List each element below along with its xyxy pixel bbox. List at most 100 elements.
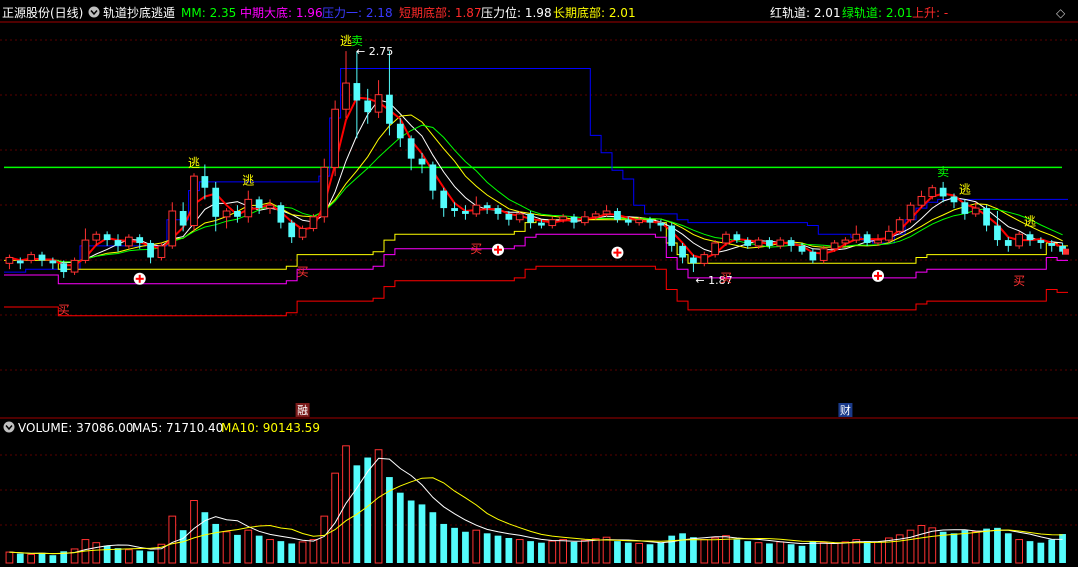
candle-body <box>396 123 404 139</box>
volume-bar <box>494 535 502 563</box>
candle-body <box>733 234 741 241</box>
candle-body <box>244 198 253 218</box>
candle-body <box>1015 233 1024 247</box>
candle-body <box>234 211 241 217</box>
volume-bar <box>994 527 1001 563</box>
volume-bar <box>136 550 144 563</box>
candle-body <box>418 158 426 165</box>
volume-bar <box>27 553 36 564</box>
candle-body <box>754 239 763 247</box>
candle-body <box>124 236 133 247</box>
sell-signal: 卖 <box>937 165 949 179</box>
event-marker: 融 <box>297 404 308 417</box>
buy-signal: 买 <box>1013 274 1025 288</box>
volume-bar <box>809 541 817 563</box>
volume-bar <box>527 541 534 563</box>
candle-body <box>1048 242 1056 246</box>
candle-body <box>81 239 90 261</box>
volume-bar <box>49 555 57 563</box>
volume-bar <box>505 538 513 563</box>
escape-signal: 逃 <box>959 182 971 196</box>
volume-bar <box>906 529 915 564</box>
volume-bar <box>711 537 720 564</box>
buy-signal: 买 <box>470 242 482 256</box>
candle-body <box>407 138 415 159</box>
volume-bar <box>798 545 806 563</box>
volume-bar <box>114 548 122 563</box>
candle-body <box>451 208 458 211</box>
volume-bar <box>16 553 24 563</box>
volume-bar <box>602 536 611 564</box>
candle-body <box>136 237 144 243</box>
mid-bottom-track <box>4 233 1068 285</box>
candle-body <box>971 207 980 215</box>
escape-signal: 逃 <box>188 156 200 170</box>
event-marker: 财 <box>840 403 851 417</box>
price-chart[interactable]: ← 2.75← 1.87逃逃逃逃逃卖卖买买买买 买融财 <box>0 0 1078 567</box>
volume-bar <box>212 523 220 563</box>
volume-bar <box>559 539 568 564</box>
short-bottom-track <box>4 265 1068 317</box>
candle-body <box>841 239 850 244</box>
volume-bar <box>1048 539 1056 563</box>
volume-bar <box>668 535 676 563</box>
volume-bar <box>288 543 296 563</box>
volume-bar <box>570 541 578 563</box>
candle-body <box>255 199 263 209</box>
candle-body <box>787 240 795 246</box>
volume-bar <box>983 528 990 563</box>
volume-bar <box>744 541 752 563</box>
candle-body <box>179 211 187 226</box>
candle-body <box>27 254 36 261</box>
volume-bar <box>124 549 133 564</box>
candle-body <box>538 222 545 226</box>
volume-bar <box>483 533 491 563</box>
candle-body <box>277 205 285 223</box>
candle-body <box>624 219 632 223</box>
volume-bar <box>374 449 383 564</box>
candle-body <box>906 204 915 221</box>
volume-bar <box>70 548 79 564</box>
candle-body <box>201 176 209 188</box>
volume-ma10-line <box>9 477 1063 555</box>
candle-body <box>570 216 578 223</box>
candle-body <box>548 219 557 227</box>
volume-bar <box>429 512 437 563</box>
candle-body <box>917 195 926 206</box>
volume-bar <box>244 529 253 564</box>
candle-body <box>809 251 817 261</box>
buy-signal: 买 <box>297 265 309 279</box>
buy-signal: 买 <box>58 303 70 317</box>
candle-body <box>298 227 307 238</box>
candle-body <box>722 233 730 244</box>
candle-body <box>635 219 644 224</box>
volume-bar <box>451 527 458 563</box>
volume-bar <box>222 531 231 564</box>
candle-body <box>5 257 14 264</box>
candle-body <box>744 240 752 246</box>
volume-bar <box>776 541 785 564</box>
candle-body <box>462 211 469 214</box>
candle-body <box>830 242 839 250</box>
candle-body <box>374 94 383 113</box>
volume-bar <box>917 525 926 564</box>
candle-body <box>798 245 806 252</box>
volume-bar <box>190 500 198 564</box>
volume-bar <box>92 542 101 564</box>
volume-bar <box>462 531 469 563</box>
candle-body <box>16 260 24 264</box>
candle-body <box>157 245 166 259</box>
volume-bar <box>624 542 632 563</box>
candle-body <box>92 233 101 241</box>
volume-bar <box>103 545 111 563</box>
volume-bar <box>5 551 14 564</box>
candle-body <box>114 240 122 246</box>
candle-body <box>863 234 871 243</box>
candle-body <box>961 202 969 214</box>
volume-bar <box>657 542 665 563</box>
candle-body <box>222 210 231 218</box>
candle-body <box>266 204 274 209</box>
candle-body <box>342 82 350 110</box>
volume-bar <box>179 530 187 563</box>
candle-body <box>950 196 958 203</box>
